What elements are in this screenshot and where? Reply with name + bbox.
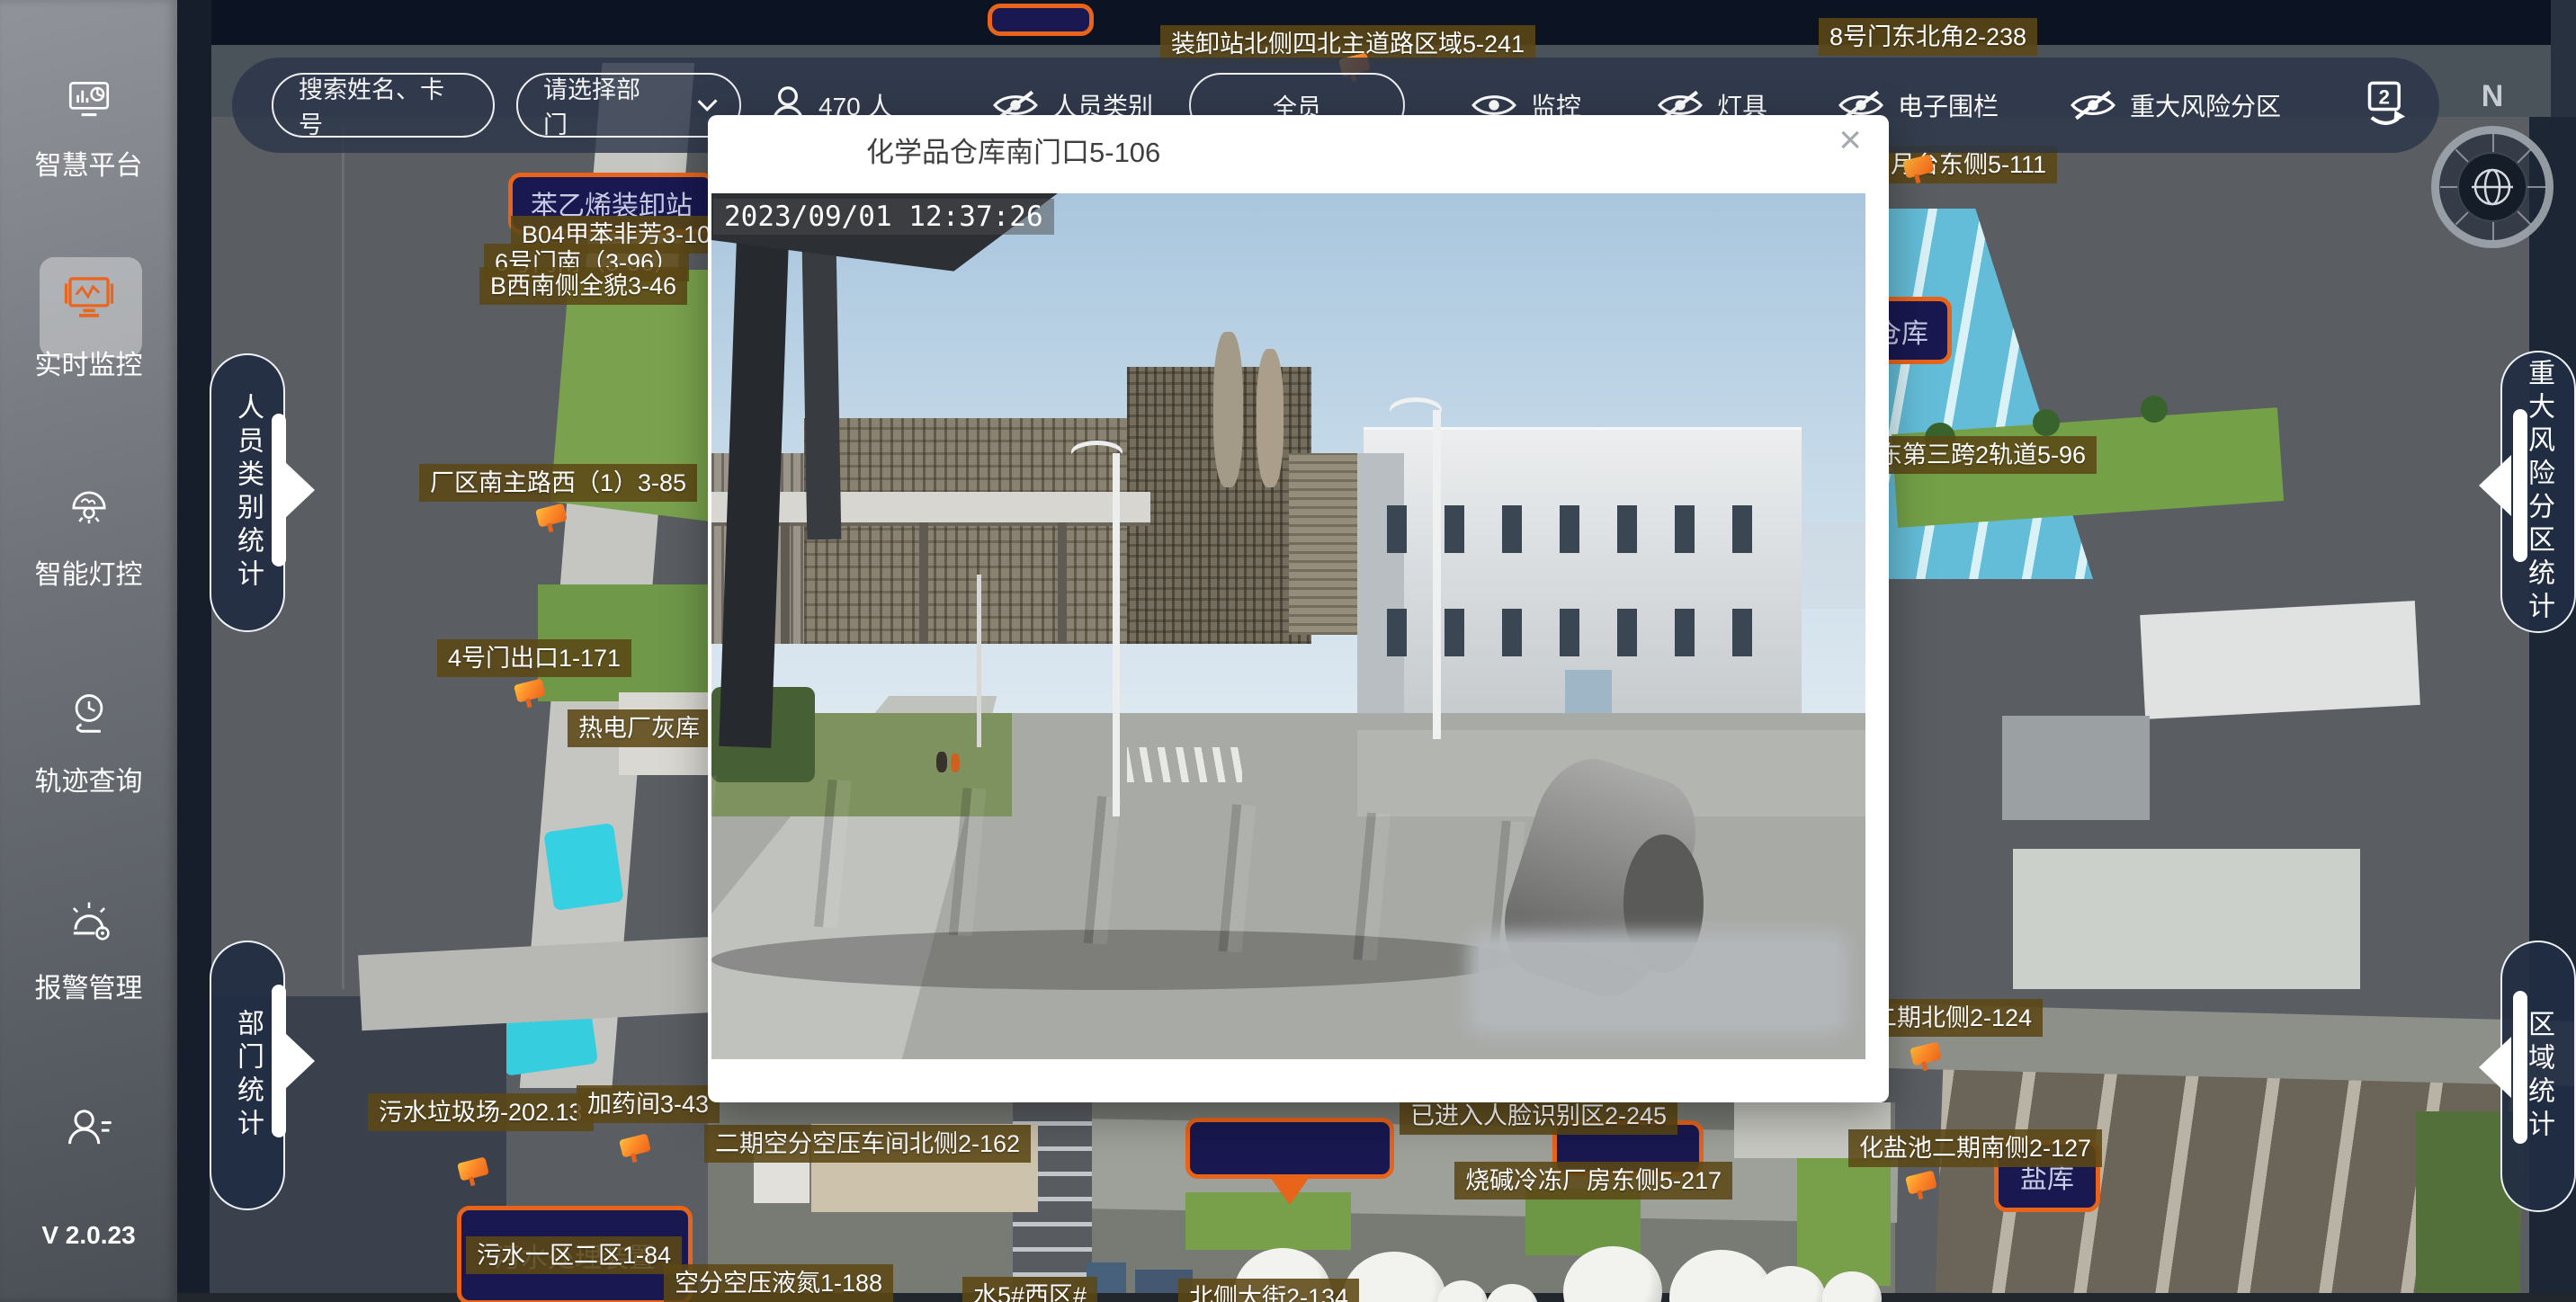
tree	[2033, 409, 2060, 436]
realtime-monitor-icon	[59, 270, 119, 326]
smart-lamp-icon	[61, 481, 117, 535]
map-shape	[977, 575, 981, 748]
sidebar-item-contacts[interactable]	[0, 1101, 177, 1160]
screen-switch-icon: 2	[2360, 78, 2411, 129]
expand-arrow-icon[interactable]	[282, 459, 315, 521]
map-callout[interactable]	[988, 4, 1094, 36]
map-shape	[1357, 453, 1403, 739]
sidebar-item-label: 实时监控	[0, 343, 177, 382]
map-callout[interactable]	[1185, 1118, 1394, 1179]
map-location-tag[interactable]: 热电厂灰库	[568, 709, 711, 747]
toggle-label: 电子围栏	[1898, 87, 1999, 123]
tab-major-risk-zone-stats[interactable]: 重大风险分区统计	[2500, 351, 2576, 633]
map-shape	[951, 754, 960, 772]
sidebar-item-alarm-management[interactable]: 报警管理	[0, 895, 177, 1005]
tab-label: 部门统计	[228, 1009, 267, 1142]
sidebar-item-smart-platform[interactable]: 智慧平台	[0, 74, 177, 183]
map-location-tag[interactable]: 污水垃圾场-202.13	[368, 1093, 594, 1131]
expand-arrow-icon[interactable]	[2513, 409, 2527, 562]
department-placeholder: 请选择部门	[543, 70, 659, 140]
compass-globe-icon	[2457, 152, 2527, 222]
app-window: 苯乙烯装卸站仓库污水处理装置盐库装卸站北侧四北主道路区域5-2418号门东北角2…	[0, 0, 2576, 1302]
sidebar-item-label: 智能灯控	[0, 552, 177, 592]
map-shape	[1797, 1156, 1891, 1286]
map-shape	[2002, 716, 2150, 820]
search-placeholder: 搜索姓名、卡号	[299, 70, 468, 140]
map-shape	[919, 522, 928, 644]
cctv-camera-icon[interactable]	[619, 1133, 651, 1157]
map-shape	[2013, 849, 2360, 989]
toggle-major-risk-zone[interactable]: 重大风险分区	[2071, 87, 2281, 123]
tree	[2141, 396, 2168, 423]
expand-arrow-icon[interactable]	[2479, 1037, 2511, 1098]
map-shape	[1213, 332, 1243, 487]
map-shape	[781, 522, 790, 644]
camera-snapshot: 2023/09/01 12:37:26	[711, 193, 1865, 1059]
alarm-icon	[61, 895, 117, 949]
dashboard-monitor-icon	[61, 74, 117, 126]
sidebar-item-realtime-monitor[interactable]: 实时监控	[0, 270, 177, 382]
map-shape	[1257, 349, 1284, 487]
map-shape	[543, 823, 623, 911]
sidebar-item-label: 报警管理	[0, 966, 177, 1005]
map-location-tag[interactable]: 东第三跨2轨道5-96	[1867, 436, 2097, 474]
map-shape	[177, 0, 211, 1302]
cctv-camera-icon[interactable]	[1905, 1170, 1937, 1194]
sidebar-item-track-query[interactable]: 轨迹查询	[0, 688, 177, 798]
contacts-icon	[61, 1101, 117, 1155]
camera-timestamp: 2023/09/01 12:37:26	[713, 199, 1054, 235]
map-location-tag[interactable]: 污水一区二区1-84	[466, 1236, 682, 1274]
map-location-tag[interactable]: 化盐池二期南侧2-127	[1848, 1129, 2102, 1167]
cctv-camera-icon[interactable]	[535, 503, 568, 527]
map-location-tag[interactable]: 厂区南主路西（1）3-85	[419, 464, 697, 502]
map-shape	[358, 937, 718, 1031]
compass[interactable]	[2431, 126, 2554, 248]
eye-slash-icon	[2071, 90, 2115, 120]
map-location-tag[interactable]: 加药间3-43	[577, 1085, 720, 1123]
map-location-tag[interactable]: 水5#西区#	[962, 1277, 1097, 1302]
search-input[interactable]: 搜索姓名、卡号	[272, 73, 495, 138]
expand-arrow-icon[interactable]	[2479, 455, 2511, 516]
screen-switch-button[interactable]: 2	[2360, 78, 2411, 133]
map-location-tag[interactable]: 已进入人脸识别区2-245	[1400, 1097, 1677, 1135]
map-shape	[2140, 601, 2420, 719]
map-shape	[936, 752, 947, 772]
expand-arrow-icon[interactable]	[282, 1030, 315, 1092]
map-shape	[2551, 0, 2576, 117]
camera-feed-dialog: 化学品仓库南门口5-106 × 2023/09/01 12:37:26	[708, 115, 1889, 1102]
map-shape	[1058, 522, 1067, 644]
tab-label: 人员类别统计	[228, 393, 267, 593]
map-location-tag[interactable]: 4号门出口1-171	[437, 639, 631, 677]
map-location-tag[interactable]: 二期北侧2-124	[1862, 999, 2043, 1037]
callout-pointer	[1268, 1174, 1311, 1205]
camera-photo-art	[711, 193, 1865, 1059]
toggle-label: 重大风险分区	[2130, 87, 2281, 123]
map-shape	[342, 126, 344, 989]
map-location-tag[interactable]: 二期空分空压车间北侧2-162	[704, 1125, 1031, 1163]
map-location-tag[interactable]: 8号门东北角2-238	[1819, 18, 2037, 56]
expand-arrow-icon[interactable]	[2513, 991, 2527, 1144]
sidebar-item-label: 智慧平台	[0, 143, 177, 183]
privacy-blur	[1479, 942, 1837, 1024]
map-shape	[1387, 609, 1779, 656]
sidebar-item-smart-lighting[interactable]: 智能灯控	[0, 481, 177, 592]
dialog-title: 化学品仓库南门口5-106	[866, 129, 1160, 170]
sidebar: 智慧平台 实时监控 智能灯控	[0, 0, 177, 1302]
version-label: V 2.0.23	[0, 1221, 177, 1250]
tab-area-stats[interactable]: 区域统计	[2500, 941, 2576, 1212]
track-query-icon	[61, 688, 117, 742]
map-location-tag[interactable]: 空分空压液氮1-188	[664, 1264, 893, 1302]
map-shape	[1127, 747, 1242, 782]
chevron-down-icon	[697, 92, 717, 111]
sidebar-item-label: 轨迹查询	[0, 759, 177, 798]
map-location-tag[interactable]: B西南侧全貌3-46	[479, 267, 687, 305]
map-location-tag[interactable]: 烧碱冷冻厂房东侧5-217	[1454, 1162, 1732, 1199]
screen-count-badge: 2	[2379, 86, 2390, 109]
close-icon[interactable]: ×	[1838, 120, 1862, 160]
map-shape	[1433, 410, 1441, 739]
north-label: N	[2465, 79, 2519, 114]
map-shape	[1387, 505, 1779, 553]
map-shape	[1113, 453, 1120, 816]
map-location-tag[interactable]: 北侧大街2-134	[1178, 1279, 1359, 1302]
